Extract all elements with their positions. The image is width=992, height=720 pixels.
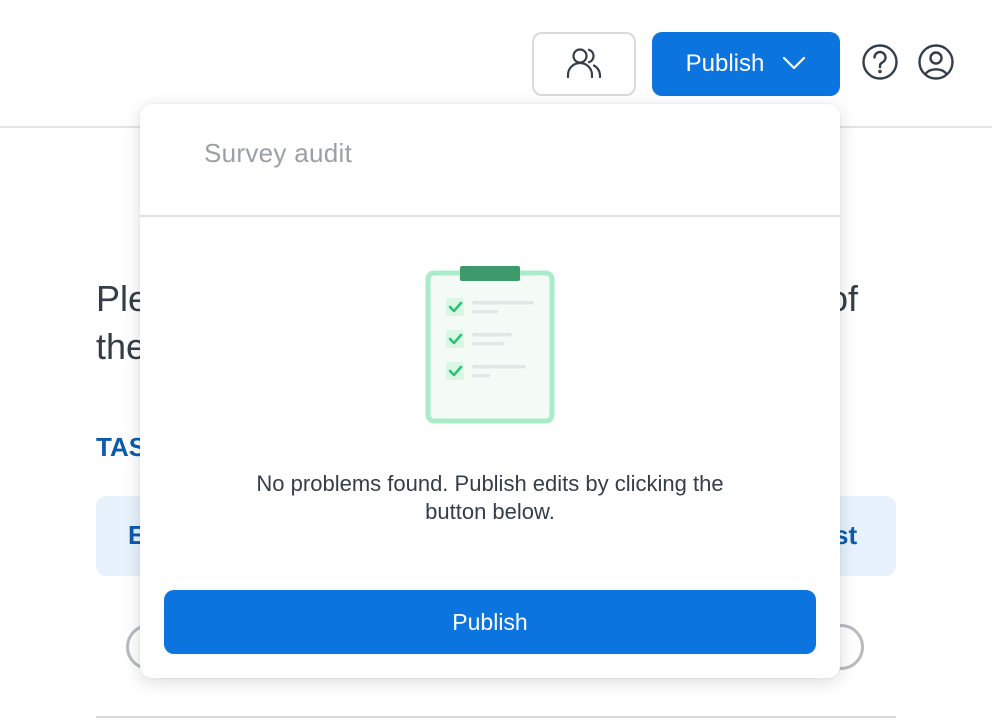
checklist-clipboard-icon xyxy=(422,264,558,426)
question-circle-icon xyxy=(861,43,899,86)
collaborators-button[interactable] xyxy=(532,32,636,96)
audit-result-message: No problems found. Publish edits by clic… xyxy=(256,471,724,524)
popover-divider xyxy=(140,215,840,217)
survey-editor-page: Publish Ple of the TAS E st Survey audit… xyxy=(0,0,992,720)
publish-button-label: Publish xyxy=(685,50,765,77)
account-button[interactable] xyxy=(916,43,956,86)
help-button[interactable] xyxy=(860,43,900,86)
popover-title: Survey audit xyxy=(204,138,353,168)
user-circle-icon xyxy=(917,43,955,86)
publish-button-text: Publish xyxy=(452,608,528,635)
chevron-down-icon xyxy=(782,50,806,78)
survey-audit-popover: Survey audit No problems found. Publish xyxy=(140,104,840,678)
tasks-heading: TAS xyxy=(96,432,147,462)
people-icon xyxy=(565,43,603,86)
content-divider xyxy=(96,716,896,718)
question-text-line2-start: the xyxy=(96,326,147,367)
publish-dropdown-button[interactable]: Publish xyxy=(652,32,840,96)
publish-button[interactable]: Publish xyxy=(164,590,816,654)
